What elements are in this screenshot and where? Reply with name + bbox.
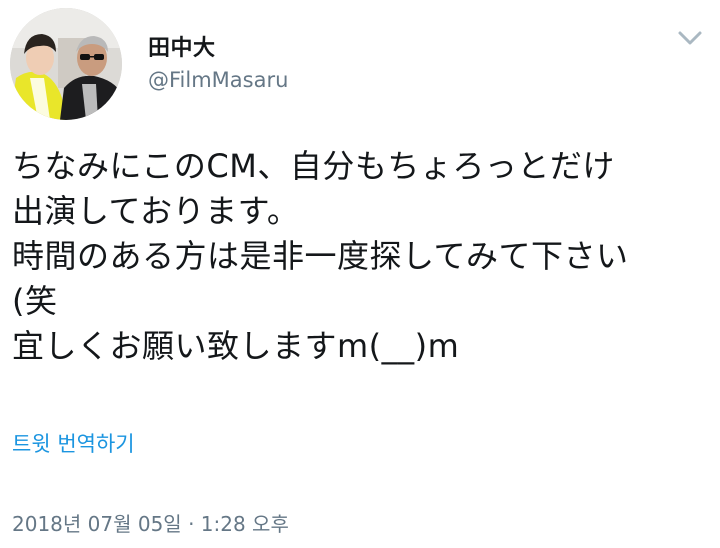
display-name[interactable]: 田中大 <box>148 30 216 62</box>
avatar-photo <box>10 8 122 120</box>
tweet-card: 田中大 @FilmMasaru ちなみにこのCM、自分もちょろっとだけ 出演して… <box>0 0 720 548</box>
avatar[interactable] <box>10 8 122 120</box>
tweet-text-line: 宜しくお願い致しますm(__)m <box>12 327 460 365</box>
tweet-menu-button[interactable] <box>676 26 704 50</box>
tweet-text-line: ちなみにこのCM、自分もちょろっとだけ <box>12 147 615 185</box>
tweet-text-line: 出演しております。 <box>12 192 300 230</box>
translate-tweet-link[interactable]: 트윗 번역하기 <box>12 428 135 458</box>
tweet-text: ちなみにこのCM、自分もちょろっとだけ 出演しております。 時間のある方は是非一… <box>12 144 708 369</box>
chevron-down-icon <box>678 31 702 45</box>
tweet-text-line: 時間のある方は是非一度探してみて下さい <box>12 237 629 275</box>
user-handle[interactable]: @FilmMasaru <box>148 68 288 92</box>
tweet-timestamp[interactable]: 2018년 07월 05일 · 1:28 오후 <box>12 508 289 537</box>
tweet-text-line: (笑 <box>12 282 58 320</box>
